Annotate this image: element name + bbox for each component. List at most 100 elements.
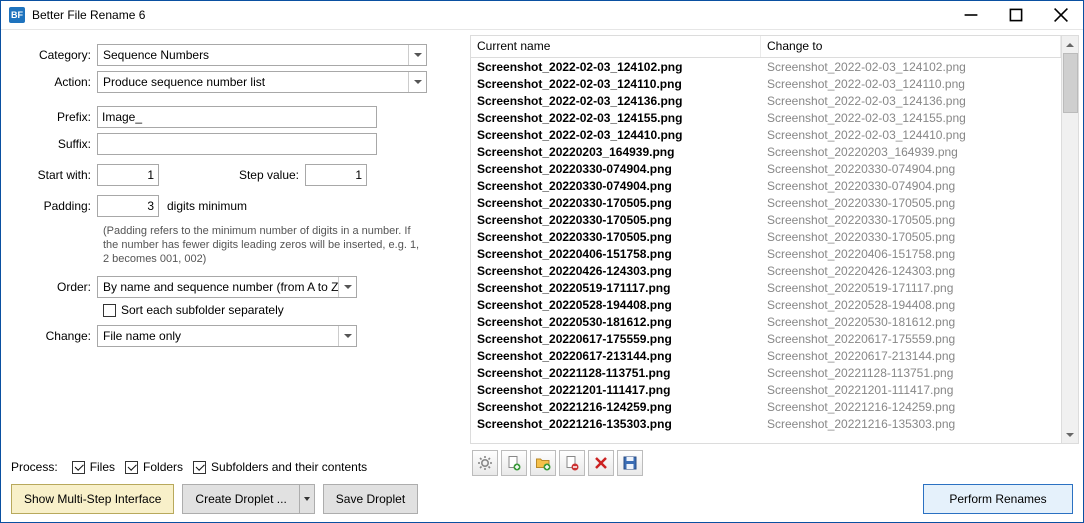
change-to-cell: Screenshot_20220330-074904.png	[761, 162, 1061, 176]
window-controls	[948, 1, 1083, 29]
maximize-button[interactable]	[993, 1, 1038, 29]
table-row[interactable]: Screenshot_2022-02-03_124410.pngScreensh…	[471, 126, 1061, 143]
change-to-cell: Screenshot_20220406-151758.png	[761, 247, 1061, 261]
action-label: Action:	[11, 75, 97, 89]
change-to-cell: Screenshot_20221216-135303.png	[761, 417, 1061, 431]
process-label: Process:	[11, 460, 58, 474]
minimize-button[interactable]	[948, 1, 993, 29]
current-name-cell: Screenshot_20220617-175559.png	[471, 332, 761, 346]
table-row[interactable]: Screenshot_20220426-124303.pngScreenshot…	[471, 262, 1061, 279]
chevron-down-icon	[408, 72, 426, 92]
files-checkbox[interactable]	[72, 461, 85, 474]
change-to-cell: Screenshot_20220330-074904.png	[761, 179, 1061, 193]
subfolders-checkbox[interactable]	[193, 461, 206, 474]
stepvalue-input[interactable]	[305, 164, 367, 186]
change-to-cell: Screenshot_2022-02-03_124102.png	[761, 60, 1061, 74]
suffix-input[interactable]	[97, 133, 377, 155]
current-name-cell: Screenshot_20220617-213144.png	[471, 349, 761, 363]
sort-subfolder-checkbox[interactable]	[103, 304, 116, 317]
padding-hint: (Padding refers to the minimum number of…	[103, 224, 423, 266]
table-row[interactable]: Screenshot_20220330-170505.pngScreenshot…	[471, 211, 1061, 228]
scroll-down-icon[interactable]	[1062, 426, 1078, 443]
change-select[interactable]: File name only	[97, 325, 357, 347]
vertical-scrollbar[interactable]	[1061, 36, 1078, 443]
current-name-cell: Screenshot_2022-02-03_124410.png	[471, 128, 761, 142]
change-to-cell: Screenshot_20220203_164939.png	[761, 145, 1061, 159]
col-change-to[interactable]: Change to	[761, 36, 1061, 57]
table-row[interactable]: Screenshot_2022-02-03_124102.pngScreensh…	[471, 58, 1061, 75]
current-name-cell: Screenshot_20220330-074904.png	[471, 162, 761, 176]
file-list-rows[interactable]: Screenshot_2022-02-03_124102.pngScreensh…	[471, 58, 1061, 443]
startwith-input[interactable]	[97, 164, 159, 186]
current-name-cell: Screenshot_20220530-181612.png	[471, 315, 761, 329]
gear-icon[interactable]	[472, 450, 498, 476]
change-to-cell: Screenshot_2022-02-03_124110.png	[761, 77, 1061, 91]
titlebar: BF Better File Rename 6	[1, 1, 1083, 30]
button-row: Show Multi-Step Interface Create Droplet…	[11, 484, 456, 514]
delete-x-icon[interactable]	[588, 450, 614, 476]
action-select[interactable]: Produce sequence number list	[97, 71, 427, 93]
show-multistep-button[interactable]: Show Multi-Step Interface	[11, 484, 174, 514]
current-name-cell: Screenshot_20220330-170505.png	[471, 213, 761, 227]
folders-label: Folders	[143, 460, 183, 474]
current-name-cell: Screenshot_20221201-111417.png	[471, 383, 761, 397]
table-row[interactable]: Screenshot_20221128-113751.pngScreenshot…	[471, 364, 1061, 381]
change-to-cell: Screenshot_20220330-170505.png	[761, 230, 1061, 244]
table-row[interactable]: Screenshot_20220330-170505.pngScreenshot…	[471, 194, 1061, 211]
current-name-cell: Screenshot_2022-02-03_124155.png	[471, 111, 761, 125]
save-droplet-button[interactable]: Save Droplet	[323, 484, 418, 514]
current-name-cell: Screenshot_20220406-151758.png	[471, 247, 761, 261]
table-row[interactable]: Screenshot_20220330-170505.pngScreenshot…	[471, 228, 1061, 245]
change-to-cell: Screenshot_20220528-194408.png	[761, 298, 1061, 312]
change-to-cell: Screenshot_2022-02-03_124155.png	[761, 111, 1061, 125]
table-row[interactable]: Screenshot_2022-02-03_124110.pngScreensh…	[471, 75, 1061, 92]
table-row[interactable]: Screenshot_2022-02-03_124155.pngScreensh…	[471, 109, 1061, 126]
table-row[interactable]: Screenshot_20220530-181612.pngScreenshot…	[471, 313, 1061, 330]
change-to-cell: Screenshot_20220426-124303.png	[761, 264, 1061, 278]
folder-add-icon[interactable]	[530, 450, 556, 476]
chevron-down-icon	[408, 45, 426, 65]
table-row[interactable]: Screenshot_20220406-151758.pngScreenshot…	[471, 245, 1061, 262]
category-label: Category:	[11, 48, 97, 62]
create-droplet-button[interactable]: Create Droplet ...	[182, 484, 298, 514]
table-row[interactable]: Screenshot_2022-02-03_124136.pngScreensh…	[471, 92, 1061, 109]
prefix-input[interactable]	[97, 106, 377, 128]
save-disk-icon[interactable]	[617, 450, 643, 476]
order-select[interactable]: By name and sequence number (from A to Z…	[97, 276, 357, 298]
current-name-cell: Screenshot_20220519-171117.png	[471, 281, 761, 295]
table-row[interactable]: Screenshot_20220528-194408.pngScreenshot…	[471, 296, 1061, 313]
window-title: Better File Rename 6	[32, 8, 948, 22]
preview-pane: Current name Change to Screenshot_2022-0…	[466, 30, 1083, 522]
current-name-cell: Screenshot_20221216-124259.png	[471, 400, 761, 414]
table-row[interactable]: Screenshot_20221201-111417.pngScreenshot…	[471, 381, 1061, 398]
subfolders-label: Subfolders and their contents	[211, 460, 367, 474]
table-row[interactable]: Screenshot_20220617-213144.pngScreenshot…	[471, 347, 1061, 364]
table-row[interactable]: Screenshot_20221216-135303.pngScreenshot…	[471, 415, 1061, 432]
category-select[interactable]: Sequence Numbers	[97, 44, 427, 66]
table-row[interactable]: Screenshot_20220203_164939.pngScreenshot…	[471, 143, 1061, 160]
scroll-thumb[interactable]	[1063, 53, 1078, 113]
change-to-cell: Screenshot_20220330-170505.png	[761, 213, 1061, 227]
file-remove-icon[interactable]	[559, 450, 585, 476]
close-button[interactable]	[1038, 1, 1083, 29]
table-row[interactable]: Screenshot_20220617-175559.pngScreenshot…	[471, 330, 1061, 347]
files-label: Files	[90, 460, 115, 474]
current-name-cell: Screenshot_2022-02-03_124136.png	[471, 94, 761, 108]
file-add-icon[interactable]	[501, 450, 527, 476]
settings-pane: Category: Sequence Numbers Action: Produ…	[1, 30, 466, 522]
perform-renames-button[interactable]: Perform Renames	[923, 484, 1073, 514]
change-to-cell: Screenshot_2022-02-03_124410.png	[761, 128, 1061, 142]
change-to-cell: Screenshot_20220617-175559.png	[761, 332, 1061, 346]
create-droplet-dropdown[interactable]	[299, 484, 315, 514]
table-row[interactable]: Screenshot_20220330-074904.pngScreenshot…	[471, 177, 1061, 194]
current-name-cell: Screenshot_20220330-170505.png	[471, 230, 761, 244]
table-row[interactable]: Screenshot_20220330-074904.pngScreenshot…	[471, 160, 1061, 177]
folders-checkbox[interactable]	[125, 461, 138, 474]
change-to-cell: Screenshot_20220530-181612.png	[761, 315, 1061, 329]
table-row[interactable]: Screenshot_20220519-171117.pngScreenshot…	[471, 279, 1061, 296]
scroll-up-icon[interactable]	[1062, 36, 1078, 53]
col-current-name[interactable]: Current name	[471, 36, 761, 57]
table-row[interactable]: Screenshot_20221216-124259.pngScreenshot…	[471, 398, 1061, 415]
current-name-cell: Screenshot_20220330-170505.png	[471, 196, 761, 210]
padding-input[interactable]	[97, 195, 159, 217]
